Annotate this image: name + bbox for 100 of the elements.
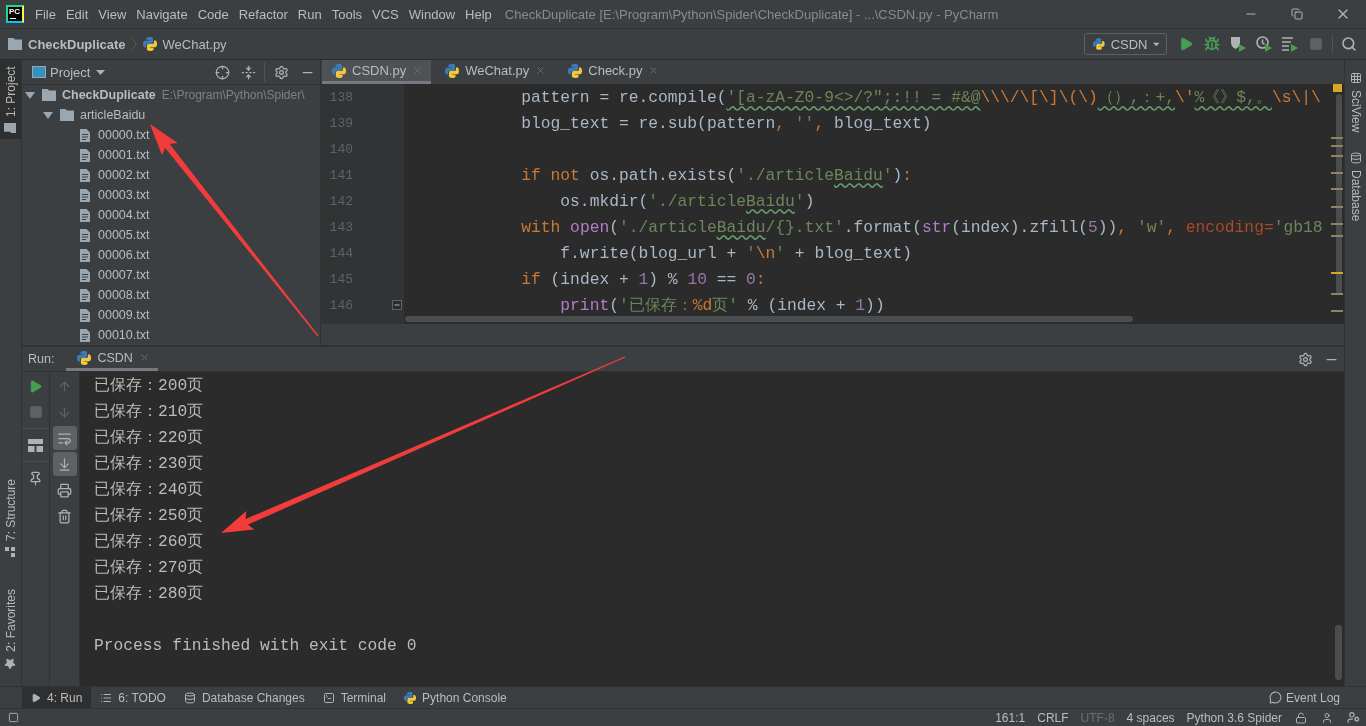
tree-item[interactable]: 00007.txt — [98, 268, 150, 282]
tool-window-tab[interactable]: SciView — [1345, 68, 1366, 137]
list-play-icon[interactable] — [1282, 36, 1298, 52]
tool-window-tab[interactable]: Database Changes — [174, 687, 314, 708]
event-log-button[interactable]: Event Log — [1262, 687, 1366, 708]
code-line: os.mkdir('./articleBaidu') — [560, 191, 815, 211]
folder-icon — [4, 122, 17, 133]
tool-window-tab[interactable]: Python Console — [395, 687, 516, 708]
menu-item[interactable]: Run — [292, 0, 327, 28]
tool-window-tab[interactable]: 7: Structure — [0, 473, 21, 564]
menu-item[interactable]: Tools — [326, 0, 368, 28]
menu-item[interactable]: Edit — [60, 0, 94, 28]
code-line: with open('./articleBaidu/{}.txt'.format(str(index).zfill(5)), 'w', encoding='gb18 — [521, 217, 1323, 237]
clock-play-icon[interactable] — [1256, 36, 1272, 52]
search-icon[interactable] — [1341, 36, 1357, 52]
database-icon — [1349, 152, 1362, 165]
status-item[interactable]: 161:1 — [989, 710, 1032, 725]
status-item[interactable]: 4 spaces — [1120, 710, 1181, 725]
panel-label: Run: — [28, 352, 55, 366]
person-gear-icon[interactable] — [1346, 711, 1360, 724]
list-icon — [100, 691, 113, 704]
menu-item[interactable]: VCS — [367, 0, 404, 28]
crosshair-icon[interactable] — [214, 64, 230, 80]
menu-item[interactable]: Help — [460, 0, 497, 28]
tree-item[interactable]: 00009.txt — [98, 308, 150, 322]
status-item[interactable]: Python 3.6 Spider — [1180, 710, 1288, 725]
app-logo: PC — [6, 5, 24, 23]
tree-item[interactable]: 00004.txt — [98, 208, 150, 222]
console-line: 已保存：270页 — [94, 558, 204, 577]
scrollbar-thumb[interactable] — [405, 316, 1133, 322]
tool-window-tab[interactable]: Terminal — [313, 687, 396, 708]
tool-window-tab[interactable]: 6: TODO — [91, 687, 175, 708]
tree-item[interactable]: CheckDuplicate — [62, 88, 156, 102]
tool-window-tab[interactable]: 1: Project — [0, 60, 21, 139]
folder-icon — [42, 89, 56, 101]
editor-tab[interactable]: Check.py — [558, 60, 668, 84]
person-icon[interactable] — [1321, 711, 1333, 724]
shield-play-icon[interactable] — [1230, 36, 1246, 52]
text-file-icon — [80, 308, 90, 322]
text-file-icon — [80, 228, 90, 242]
tool-window-tab[interactable]: 4: Run — [22, 687, 92, 708]
tree-item[interactable]: 00010.txt — [98, 328, 150, 342]
lock-icon[interactable] — [1295, 711, 1307, 724]
menu-item[interactable]: Window — [403, 0, 461, 28]
bug-icon[interactable] — [1204, 36, 1220, 52]
text-file-icon — [80, 148, 90, 162]
tree-item[interactable]: 00003.txt — [98, 188, 150, 202]
tool-window-tab[interactable]: 2: Favorites — [0, 583, 21, 676]
console-line: 已保存：210页 — [94, 402, 204, 421]
python-file-icon — [568, 63, 583, 78]
python-icon — [404, 691, 417, 704]
editor-tab[interactable]: WeChat.py — [435, 60, 555, 84]
code-line: blog_text = re.sub(pattern, '', blog_text) — [521, 113, 932, 133]
menu-item[interactable]: Refactor — [233, 0, 293, 28]
expand-arrow-icon[interactable] — [43, 111, 53, 119]
folder-icon — [8, 38, 22, 50]
code-line: f.write(blog_url + '\n' + blog_text) — [560, 243, 913, 263]
tree-item[interactable]: 00001.txt — [98, 148, 150, 162]
tool-window-tab[interactable]: Database — [1345, 148, 1366, 226]
text-file-icon — [80, 288, 90, 302]
structure-icon — [5, 547, 16, 558]
tree-item[interactable]: 00005.txt — [98, 228, 150, 242]
menu-item[interactable]: View — [93, 0, 132, 28]
tree-item[interactable]: 00008.txt — [98, 288, 150, 302]
breadcrumb[interactable]: CheckDuplicate — [8, 36, 126, 52]
run-configuration-dropdown[interactable]: CSDN — [1084, 33, 1167, 55]
view-dropdown[interactable]: Project — [46, 64, 106, 80]
console-line: 已保存：230页 — [94, 454, 204, 473]
console-tool-button[interactable] — [52, 426, 77, 450]
breadcrumb[interactable]: WeChat.py — [142, 36, 227, 52]
python-file-icon — [142, 37, 157, 51]
pin-icon[interactable] — [28, 470, 43, 486]
collapse-icon[interactable] — [240, 64, 256, 80]
play-icon[interactable] — [28, 378, 43, 394]
window-icon — [32, 66, 46, 78]
layout-icon[interactable] — [28, 438, 43, 452]
fold-icon[interactable] — [392, 300, 402, 310]
scrollbar-thumb[interactable] — [1335, 625, 1342, 680]
menu-item[interactable]: Code — [192, 0, 234, 28]
settings-icon[interactable] — [1297, 351, 1313, 367]
menu-item[interactable]: Navigate — [131, 0, 193, 28]
status-item[interactable]: CRLF — [1031, 710, 1075, 725]
menu-item[interactable]: File — [30, 0, 61, 28]
square-icon[interactable] — [8, 712, 19, 723]
print-icon — [57, 482, 72, 498]
tree-item[interactable]: 00006.txt — [98, 248, 150, 262]
settings-icon[interactable] — [273, 64, 289, 80]
expand-arrow-icon[interactable] — [25, 91, 35, 99]
editor-tab[interactable]: CSDN.py — [322, 60, 432, 84]
tree-item[interactable]: articleBaidu — [80, 108, 146, 122]
tree-item[interactable]: 00000.txt — [98, 128, 150, 142]
terminal-icon — [322, 691, 335, 704]
code-line: if not os.path.exists('./articleBaidu'): — [521, 165, 913, 185]
play-icon[interactable] — [1178, 36, 1194, 52]
console-tool-button[interactable] — [52, 452, 77, 476]
window-title: CheckDuplicate [E:\Program\Python\Spider\CheckDuplicate] - ...\CSDN.py - PyCharm — [504, 6, 999, 22]
python-file-icon — [332, 63, 346, 78]
text-file-icon — [80, 168, 90, 182]
tree-item[interactable]: 00002.txt — [98, 168, 150, 182]
play-icon — [31, 692, 41, 703]
